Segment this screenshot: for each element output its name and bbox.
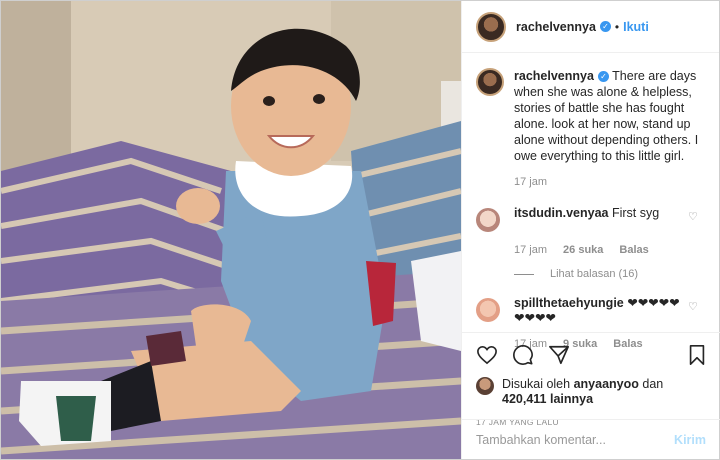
view-replies-label[interactable]: Lihat balasan (16) bbox=[550, 268, 638, 280]
view-replies[interactable]: Lihat balasan (16) bbox=[514, 268, 706, 280]
comment-body: spillthetaehyungie ❤❤❤❤❤❤❤❤❤ bbox=[514, 296, 682, 326]
comment-text: First syg bbox=[611, 206, 660, 220]
share-icon[interactable] bbox=[548, 344, 570, 366]
comment-input[interactable] bbox=[476, 432, 675, 447]
reply-button[interactable]: Balas bbox=[619, 244, 648, 256]
liker-avatar[interactable] bbox=[476, 377, 494, 395]
comment-meta: 17 jam 26 suka Balas bbox=[514, 244, 706, 256]
comment-body: itsdudin.venyaa First syg bbox=[514, 206, 682, 221]
send-button[interactable]: Kirim bbox=[674, 433, 706, 447]
action-icons-bar bbox=[476, 341, 706, 369]
liked-by-and: dan bbox=[642, 377, 664, 391]
commenter-avatar[interactable] bbox=[476, 208, 500, 232]
separator-dot: • bbox=[614, 19, 620, 34]
comments-list[interactable]: rachelvennya ✓ There are days when she wa… bbox=[462, 54, 720, 350]
post-actions: Disukai oleh anyaanyoo dan 420,411 lainn… bbox=[462, 332, 720, 427]
follow-button[interactable]: Ikuti bbox=[623, 20, 649, 34]
comment-like-heart-icon[interactable]: ♡ bbox=[688, 210, 698, 223]
replies-divider bbox=[514, 273, 534, 275]
comment-item: itsdudin.venyaa First syg ♡ bbox=[476, 206, 706, 232]
comment-like-heart-icon[interactable]: ♡ bbox=[688, 300, 698, 313]
post-header: rachelvennya ✓ • Ikuti bbox=[462, 1, 719, 53]
comment-icon[interactable] bbox=[512, 344, 534, 366]
verified-icon: ✓ bbox=[599, 21, 611, 32]
commenter-username[interactable]: spillthetaehyungie bbox=[514, 296, 624, 310]
caption-text: There are days when she was alone & help… bbox=[514, 69, 699, 163]
caption-username[interactable]: rachelvennya bbox=[514, 69, 594, 83]
comment-composer: Kirim bbox=[462, 419, 720, 459]
verified-icon: ✓ bbox=[597, 71, 609, 83]
author-username[interactable]: rachelvennya bbox=[516, 20, 596, 34]
caption-author-avatar[interactable] bbox=[476, 68, 504, 96]
liked-count[interactable]: 420,411 lainnya bbox=[502, 392, 593, 406]
likes-text: Disukai oleh anyaanyoo dan 420,411 lainn… bbox=[502, 377, 663, 407]
commenter-username[interactable]: itsdudin.venyaa bbox=[514, 206, 608, 220]
commenter-avatar[interactable] bbox=[476, 298, 500, 322]
caption-text-block: rachelvennya ✓ There are days when she wa… bbox=[514, 68, 704, 164]
caption-timestamp: 17 jam bbox=[514, 176, 548, 188]
baby-photo-image bbox=[1, 1, 461, 459]
caption-row: rachelvennya ✓ There are days when she wa… bbox=[476, 68, 706, 164]
post-photo[interactable] bbox=[1, 1, 461, 459]
liked-by-user[interactable]: anyaanyoo bbox=[574, 377, 639, 391]
author-avatar[interactable] bbox=[476, 11, 506, 42]
bookmark-icon[interactable] bbox=[688, 344, 706, 366]
likes-summary: Disukai oleh anyaanyoo dan 420,411 lainn… bbox=[476, 377, 706, 407]
liked-by-prefix: Disukai oleh bbox=[502, 377, 571, 391]
comment-likes[interactable]: 26 suka bbox=[563, 244, 603, 256]
comment-item: spillthetaehyungie ❤❤❤❤❤❤❤❤❤ ♡ bbox=[476, 296, 706, 326]
heart-icon[interactable] bbox=[476, 345, 498, 365]
comment-time: 17 jam bbox=[514, 244, 548, 256]
post-sidebar: rachelvennya ✓ • Ikuti rachelvennya ✓ The… bbox=[461, 1, 720, 459]
